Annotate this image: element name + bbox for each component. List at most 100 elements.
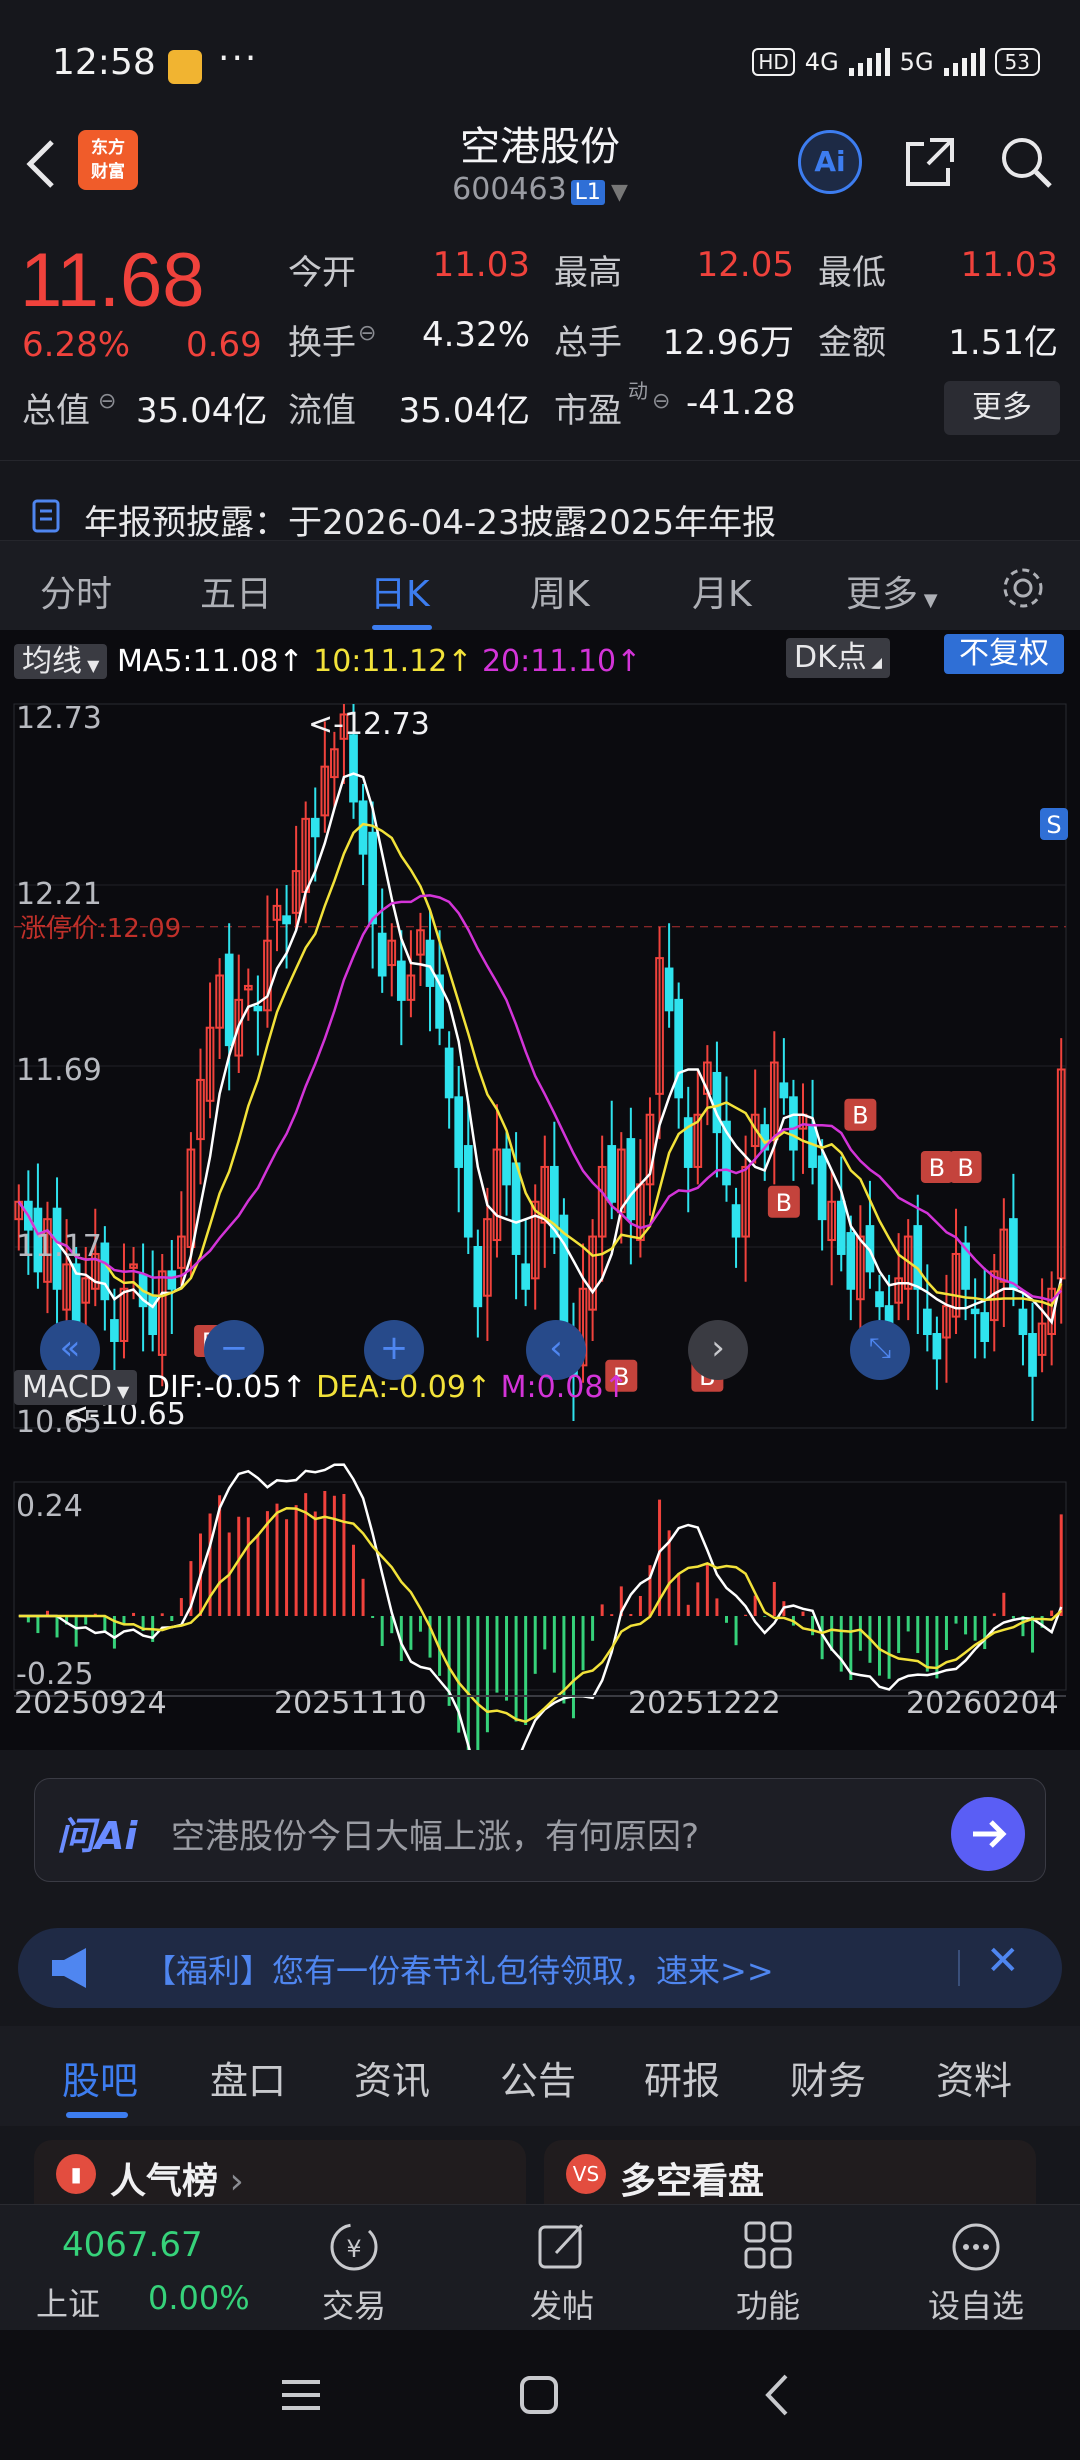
nav-functions[interactable]: 功能 — [708, 2219, 828, 2327]
candle-body — [846, 1232, 856, 1290]
ma-select-label: 均线 — [22, 644, 82, 679]
candle-body — [1028, 1333, 1037, 1377]
hd-icon: HD — [752, 48, 795, 76]
more-button[interactable]: 更多 — [944, 381, 1060, 435]
max-price-note: <-12.73 — [308, 707, 430, 742]
mcap-value: 35.04亿 — [136, 391, 268, 431]
ask-ai-brand: 问Ai — [57, 1814, 138, 1858]
tab-guba[interactable]: 股吧 — [62, 2050, 138, 2105]
float-label: 流值 — [288, 391, 356, 431]
nav-trade-label: 交易 — [321, 2287, 386, 2325]
active-tab-indicator — [66, 2112, 128, 2118]
info-icon[interactable]: ⊖ — [652, 389, 670, 414]
bull-bear-card[interactable]: VS 多空看盘 — [544, 2140, 1036, 2204]
y-axis-label: 12.21 — [16, 877, 102, 912]
nav-add-watchlist[interactable]: 设自选 — [916, 2219, 1036, 2327]
search-icon[interactable] — [996, 132, 1056, 192]
dif-line — [18, 1463, 1063, 1750]
candle-body — [607, 1145, 617, 1203]
candle-body — [731, 1204, 741, 1238]
tab-profile[interactable]: 资料 — [936, 2050, 1012, 2105]
ask-ai-question: 空港股份今日大幅上涨，有何原因? — [171, 1817, 700, 1857]
tab-daily-k[interactable]: 日K — [370, 565, 430, 617]
candle-body — [396, 960, 406, 1001]
menu-icon[interactable] — [278, 2372, 324, 2418]
nav-add-watchlist-label: 设自选 — [927, 2287, 1024, 2325]
candle-body — [502, 1148, 511, 1186]
ask-ai-bar[interactable]: 问Ai 空港股份今日大幅上涨，有何原因? — [34, 1778, 1046, 1882]
tab-news[interactable]: 资讯 — [354, 2050, 430, 2105]
grid-icon — [744, 2221, 792, 2269]
ma-lines: BBBBBBBS — [17, 772, 1068, 1392]
promo-banner[interactable]: 【福利】您有一份春节礼包待领取，速来>> ✕ — [18, 1928, 1062, 2008]
candle-body — [817, 1155, 827, 1221]
level-badge: L1 — [570, 180, 605, 205]
amount-label: 金额 — [818, 323, 886, 363]
tab-more[interactable]: 更多 ▼ — [846, 565, 938, 617]
bull-bear-label: 多空看盘 — [620, 2161, 765, 2202]
candle-body — [167, 1270, 177, 1290]
ma-legend: 均线 ▼ MA5:11.08↑ 10:11.12↑ 20:11.10↑ — [14, 636, 641, 680]
candle-body — [444, 1047, 454, 1099]
candle-body — [922, 1308, 932, 1336]
candle-body — [473, 1246, 483, 1308]
candle-body — [980, 1312, 990, 1342]
tab-5day[interactable]: 五日 — [200, 565, 272, 617]
float-value: 35.04亿 — [398, 391, 530, 431]
fullscreen-button[interactable]: ⤡ — [850, 1320, 910, 1380]
info-icon[interactable]: ⊖ — [98, 389, 116, 414]
network-4g: 4G — [804, 48, 839, 76]
tab-intraday[interactable]: 分时 — [40, 565, 112, 617]
settings-gear-icon[interactable] — [998, 563, 1048, 613]
dk-point-button[interactable]: DK点 ◢ — [786, 638, 890, 678]
megaphone-icon — [52, 1948, 86, 1988]
tab-research[interactable]: 研报 — [644, 2050, 720, 2105]
index-value[interactable]: 4067.67 — [62, 2225, 203, 2265]
candle-body — [368, 831, 377, 925]
change-amount: 0.69 — [186, 325, 262, 365]
tab-monthly-k[interactable]: 月K — [692, 565, 752, 617]
candle-body — [664, 967, 674, 1012]
back-icon[interactable] — [756, 2372, 802, 2418]
close-icon[interactable]: ✕ — [986, 1938, 1020, 1984]
ai-button[interactable]: Ai — [798, 130, 862, 194]
candle-body — [511, 1162, 521, 1255]
tab-pankou[interactable]: 盘口 — [210, 2050, 286, 2105]
nav-trade[interactable]: ¥ 交易 — [294, 2219, 414, 2327]
macd-select-label: MACD — [22, 1370, 112, 1405]
candle-body — [224, 953, 234, 1047]
info-tabs: 股吧 盘口 资讯 公告 研报 财务 资料 — [0, 2026, 1080, 2126]
pe-dynamic-mark: 动 — [628, 379, 648, 403]
index-percent: 0.00% — [148, 2279, 250, 2317]
tab-finance[interactable]: 财务 — [790, 2050, 866, 2105]
send-arrow-icon[interactable] — [951, 1797, 1025, 1871]
macd-y-label: 0.24 — [16, 1489, 83, 1524]
system-indicators: HD 4G 5G 53 — [752, 48, 1040, 76]
tab-more-label: 更多 — [846, 574, 919, 615]
nav-post[interactable]: 发帖 — [502, 2219, 622, 2327]
kline-chart-area[interactable]: 均线 ▼ MA5:11.08↑ 10:11.12↑ 20:11.10↑ DK点 … — [0, 630, 1080, 1750]
price-adjust-button[interactable]: 不复权 — [944, 634, 1064, 674]
kline-svg: 涨停价:12.09 BBBBBBBS 12.7312.2111.6911.171… — [13, 701, 1068, 1750]
popularity-card[interactable]: ▮ 人气榜 › — [34, 2140, 526, 2204]
macd-legend: MACD ▼ DIF:-0.05↑ DEA:-0.09↑ M:0.08↑ — [14, 1370, 629, 1405]
info-icon[interactable]: ⊖ — [358, 321, 376, 346]
y-axis-label: 11.69 — [16, 1053, 102, 1088]
chart-bars-icon: ▮ — [56, 2154, 96, 2194]
scroll-right-button[interactable]: › — [688, 1320, 748, 1380]
pe-value: -41.28 — [686, 383, 796, 423]
edit-icon — [538, 2223, 584, 2269]
last-price: 11.68 — [20, 238, 205, 323]
tab-weekly-k[interactable]: 周K — [530, 565, 590, 617]
mcap-label: 总值 — [22, 391, 90, 431]
candle-body — [970, 1308, 980, 1315]
share-icon[interactable] — [900, 132, 960, 192]
ma-select[interactable]: 均线 ▼ — [14, 644, 108, 679]
home-icon[interactable] — [516, 2372, 562, 2418]
candle-body — [779, 1082, 789, 1099]
buy-marker-label: B — [929, 1154, 945, 1182]
candle-body — [875, 1291, 884, 1308]
candle-body — [282, 915, 291, 925]
macd-select[interactable]: MACD ▼ — [14, 1370, 138, 1405]
tab-announcements[interactable]: 公告 — [500, 2050, 576, 2105]
